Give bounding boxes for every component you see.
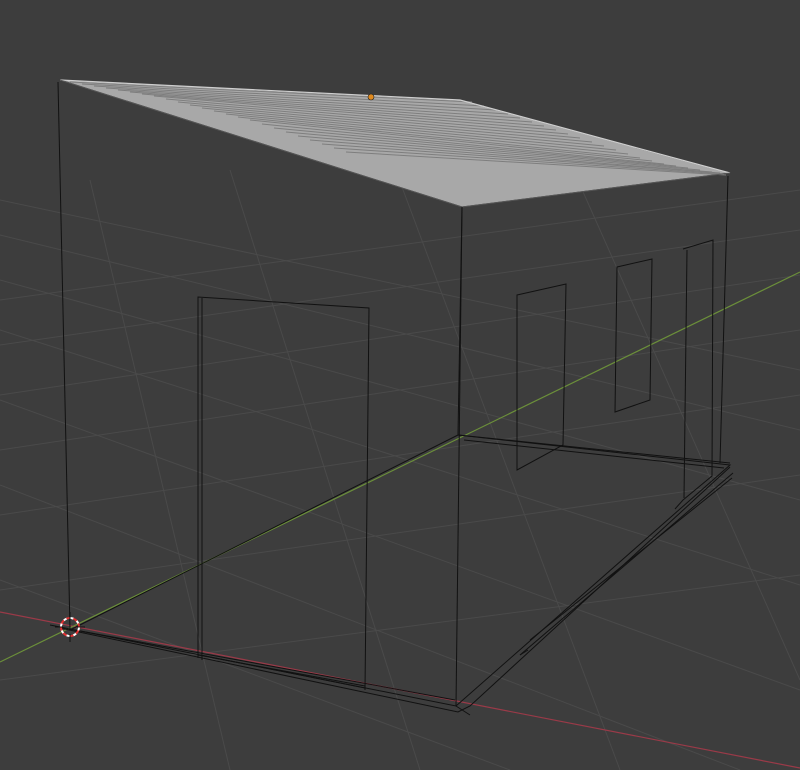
viewport-canvas[interactable] (0, 0, 800, 770)
side-door-frame[interactable] (674, 239, 714, 510)
3d-viewport[interactable] (0, 0, 800, 770)
object-origin-icon[interactable] (367, 93, 375, 101)
floor-grid (0, 139, 800, 770)
front-door-frame[interactable] (197, 296, 370, 691)
corrugated-roof[interactable] (59, 79, 731, 208)
